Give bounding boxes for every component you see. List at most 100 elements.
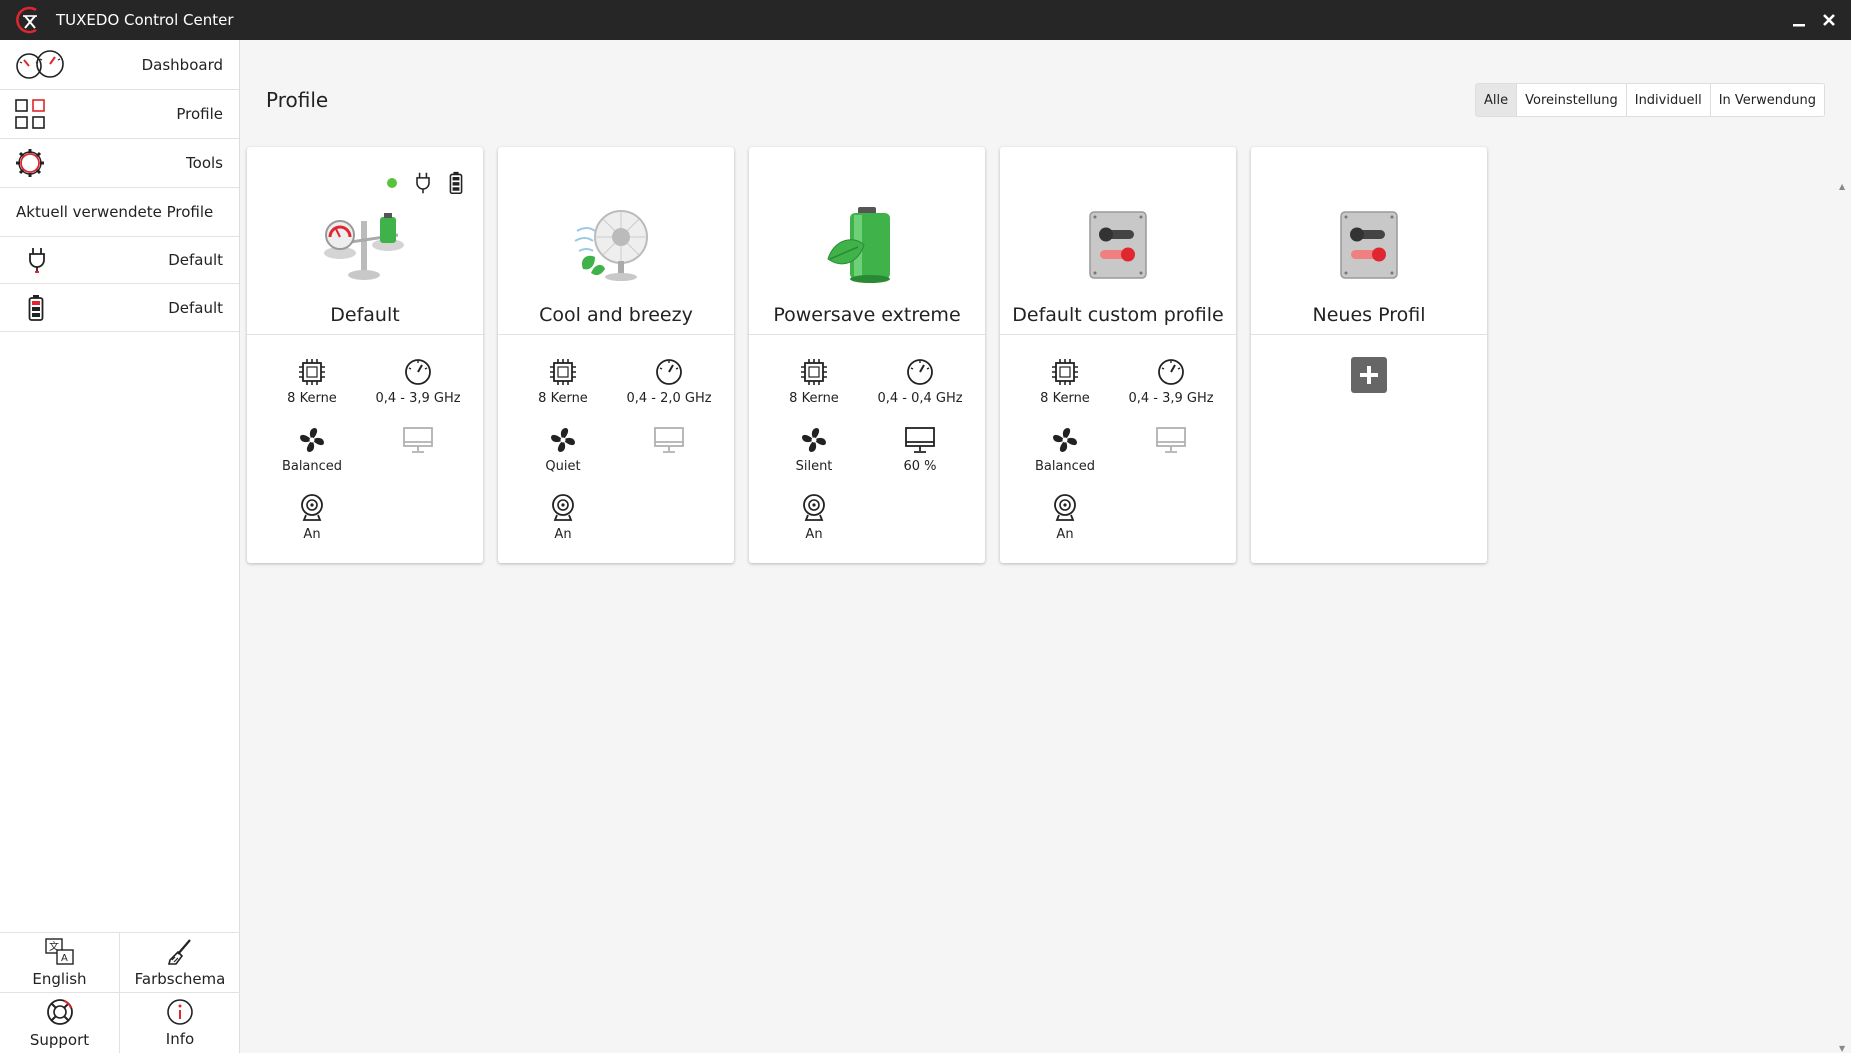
active-profile-ac[interactable]: Default bbox=[0, 236, 239, 284]
sidebar-item-tools[interactable]: Tools bbox=[0, 139, 239, 188]
speedometer-icon bbox=[656, 359, 682, 385]
fan-icon bbox=[1053, 428, 1077, 452]
fan-profile-value: Silent bbox=[795, 459, 833, 474]
cpu-frequency-value: 0,4 - 3,9 GHz bbox=[375, 391, 461, 406]
close-icon bbox=[1823, 14, 1835, 26]
stat-cpu-cores: 8 Kerne bbox=[1012, 357, 1118, 413]
support-button[interactable]: Support bbox=[0, 993, 120, 1053]
info-icon bbox=[167, 999, 193, 1025]
ac-plug-icon bbox=[416, 172, 430, 194]
title-bar: TUXEDO Control Center bbox=[0, 0, 1851, 40]
battery-icon bbox=[28, 294, 44, 321]
profile-card-default-custom[interactable]: Default custom profile 8 Kerne 0,4 - 3,9… bbox=[1000, 147, 1236, 563]
svg-text:文: 文 bbox=[49, 940, 59, 953]
sidebar-item-dashboard[interactable]: Dashboard bbox=[0, 41, 239, 90]
card-header: Cool and breezy bbox=[498, 147, 734, 335]
profile-card-default[interactable]: Default 8 Kerne 0,4 - 3,9 GHz Balanced A… bbox=[247, 147, 483, 563]
sidebar-item-label: Dashboard bbox=[141, 56, 223, 74]
monitor-icon bbox=[1156, 427, 1186, 453]
stat-cpu-cores: 8 Kerne bbox=[761, 357, 867, 413]
filter-all[interactable]: Alle bbox=[1476, 84, 1517, 116]
stat-display-brightness bbox=[1118, 425, 1224, 481]
toggle-switches-illustration bbox=[1073, 207, 1163, 283]
fan-icon bbox=[802, 428, 826, 452]
cpu-frequency-value: 0,4 - 2,0 GHz bbox=[626, 391, 712, 406]
speedometer-icon bbox=[1158, 359, 1184, 385]
active-profile-label: Default bbox=[168, 298, 223, 317]
stat-cpu-frequency: 0,4 - 3,9 GHz bbox=[365, 357, 471, 413]
card-header: Neues Profil bbox=[1251, 147, 1487, 335]
main-content: Profile Alle Voreinstellung Individuell … bbox=[240, 40, 1851, 1053]
cpu-icon bbox=[801, 359, 827, 385]
cpu-cores-value: 8 Kerne bbox=[287, 391, 337, 406]
cpu-icon bbox=[550, 359, 576, 385]
profile-status bbox=[387, 171, 463, 195]
filter-preset[interactable]: Voreinstellung bbox=[1516, 84, 1626, 116]
profile-card-cool-and-breezy[interactable]: Cool and breezy 8 Kerne 0,4 - 2,0 GHz Qu… bbox=[498, 147, 734, 563]
sidebar: Dashboard Profile Tools Aktuell verwende… bbox=[0, 40, 240, 1053]
fan-profile-value: Balanced bbox=[281, 459, 343, 474]
webcam-value: An bbox=[805, 527, 823, 542]
stat-fan-profile: Balanced bbox=[1012, 425, 1118, 481]
webcam-icon bbox=[301, 494, 323, 521]
cpu-frequency-value: 0,4 - 3,9 GHz bbox=[1128, 391, 1214, 406]
fan-icon bbox=[551, 428, 575, 452]
card-header: Powersave extreme bbox=[749, 147, 985, 335]
scroll-up-icon[interactable]: ▲ bbox=[1839, 182, 1845, 191]
filter-custom[interactable]: Individuell bbox=[1625, 84, 1710, 116]
stat-cpu-frequency: 0,4 - 3,9 GHz bbox=[1118, 357, 1224, 413]
fan-profile-value: Balanced bbox=[1034, 459, 1096, 474]
active-profile-battery[interactable]: Default bbox=[0, 284, 239, 332]
sidebar-bottom-grid: 文 A English Farbschema Support Info bbox=[0, 932, 240, 1053]
card-header: Default custom profile bbox=[1000, 147, 1236, 335]
stat-cpu-cores: 8 Kerne bbox=[259, 357, 365, 413]
ac-plug-icon bbox=[29, 248, 45, 273]
cpu-icon bbox=[1052, 359, 1078, 385]
card-stats: 8 Kerne 0,4 - 3,9 GHz Balanced An bbox=[247, 335, 483, 549]
speedometer-icon bbox=[405, 359, 431, 385]
color-scheme-label: Farbschema bbox=[134, 969, 226, 988]
scrollbar[interactable]: ▲ ▼ bbox=[1835, 140, 1851, 1053]
fan-icon bbox=[300, 428, 324, 452]
webcam-icon bbox=[552, 494, 574, 521]
cpu-cores-value: 8 Kerne bbox=[1040, 391, 1090, 406]
cpu-frequency-value: 0,4 - 0,4 GHz bbox=[877, 391, 963, 406]
info-label: Info bbox=[165, 1030, 195, 1048]
webcam-value: An bbox=[1056, 527, 1074, 542]
monitor-icon bbox=[403, 427, 433, 453]
language-icon: 文 A bbox=[44, 937, 74, 965]
brush-icon bbox=[167, 938, 191, 965]
scroll-down-icon[interactable]: ▼ bbox=[1839, 1044, 1845, 1053]
filter-in-use[interactable]: In Verwendung bbox=[1709, 84, 1824, 116]
profile-card-powersave-extreme[interactable]: Powersave extreme 8 Kerne 0,4 - 0,4 GHz … bbox=[749, 147, 985, 563]
fan-breeze-illustration bbox=[571, 207, 661, 283]
sidebar-item-profile[interactable]: Profile bbox=[0, 90, 239, 139]
plus-icon bbox=[1360, 366, 1378, 384]
sidebar-item-label: Profile bbox=[176, 105, 223, 123]
balance-scale-illustration bbox=[320, 207, 410, 283]
color-scheme-button[interactable]: Farbschema bbox=[120, 933, 240, 993]
active-profiles-heading: Aktuell verwendete Profile bbox=[16, 203, 214, 221]
stat-cpu-frequency: 0,4 - 2,0 GHz bbox=[616, 357, 722, 413]
lifebuoy-icon bbox=[46, 999, 73, 1025]
card-stats: 8 Kerne 0,4 - 2,0 GHz Quiet An bbox=[498, 335, 734, 549]
profile-card-new[interactable]: Neues Profil bbox=[1251, 147, 1487, 563]
gear-icon bbox=[16, 149, 44, 177]
language-button[interactable]: 文 A English bbox=[0, 933, 120, 993]
stat-cpu-frequency: 0,4 - 0,4 GHz bbox=[867, 357, 973, 413]
stat-display-brightness: 60 % bbox=[867, 425, 973, 481]
profiles-grid-icon bbox=[15, 99, 45, 129]
minimize-button[interactable] bbox=[1787, 8, 1811, 32]
stat-webcam: An bbox=[761, 493, 867, 549]
stat-fan-profile: Quiet bbox=[510, 425, 616, 481]
support-label: Support bbox=[29, 1031, 90, 1049]
webcam-value: An bbox=[554, 527, 572, 542]
add-profile-button[interactable] bbox=[1351, 357, 1387, 393]
green-battery-illustration bbox=[822, 207, 912, 283]
info-button[interactable]: Info bbox=[120, 993, 240, 1053]
fan-profile-value: Quiet bbox=[545, 459, 581, 474]
svg-text:A: A bbox=[61, 953, 68, 964]
close-button[interactable] bbox=[1817, 8, 1841, 32]
card-header: Default bbox=[247, 147, 483, 335]
window-title: TUXEDO Control Center bbox=[56, 11, 234, 29]
